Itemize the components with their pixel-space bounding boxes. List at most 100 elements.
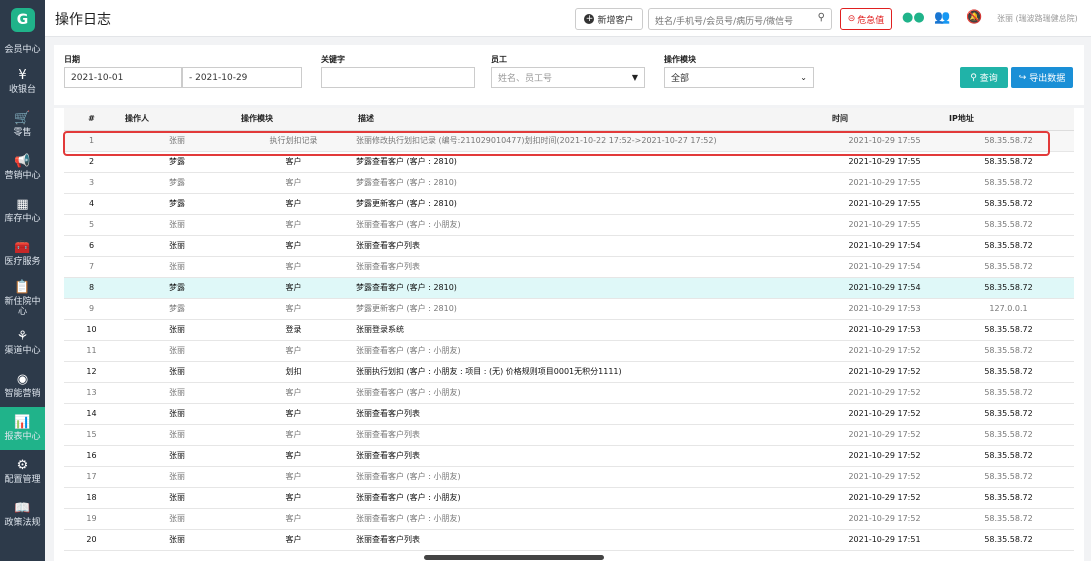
employee-placeholder: 姓名、员工号 [498,74,553,84]
cell-time: 2021-10-29 17:55 [826,193,943,215]
col-header-time[interactable]: 时间 [826,108,943,131]
sidebar-item-config[interactable]: ⚙ 配置管理 [0,450,45,493]
employee-select[interactable]: 姓名、员工号 ▼ [491,67,645,88]
cell-description: 梦露更新客户 (客户 : 2810) [352,298,826,320]
clipboard-icon: 📋 [14,279,31,295]
cell-operator: 张丽 [119,403,235,425]
cell-ip: 58.35.58.72 [943,256,1074,278]
keyword-input[interactable] [321,67,475,88]
col-header-module[interactable]: 操作模块 [235,108,352,131]
cell-ip: 58.35.58.72 [943,130,1074,152]
cell-module: 客户 [235,214,352,236]
cell-description: 张丽查看客户列表 [352,235,826,257]
table-row[interactable]: 7 张丽 客户 张丽查看客户列表 2021-10-29 17:54 58.35.58.72 [64,256,1074,278]
table-row[interactable]: 17 张丽 客户 张丽查看客户 (客户 : 小朋友) 2021-10-29 17:52 5… [64,466,1074,488]
cell-time: 2021-10-29 17:52 [826,382,943,404]
sidebar-item-cashier[interactable]: ¥ 收银台 [0,60,45,103]
table-row[interactable]: 3 梦露 客户 梦露查看客户 (客户 : 2810) 2021-10-29 17:55 5… [64,172,1074,194]
filter-panel: 日期 2021-10-01 - 2021-10-29 关键字 员工 姓名、员工号… [54,45,1084,105]
module-select[interactable]: 全部 ⌄ [664,67,814,88]
cart-icon: 🛒 [14,111,31,126]
cell-operator: 张丽 [119,340,235,362]
critical-value-button[interactable]: ⊝ 危急值 [840,8,892,30]
cell-time: 2021-10-29 17:54 [826,235,943,257]
sidebar-item-policy[interactable]: 📖 政策法规 [0,493,45,536]
log-table-panel: # 操作人 操作模块 描述 时间 IP地址 1 张丽 执行划扣记录 张丽修改执行划扣记… [54,108,1084,561]
cell-module: 客户 [235,466,352,488]
export-button[interactable]: ↪ 导出数据 [1011,67,1073,88]
cell-time: 2021-10-29 17:52 [826,403,943,425]
cell-index: 8 [64,277,119,299]
critical-label: 危急值 [857,15,885,26]
table-row[interactable]: 1 张丽 执行划扣记录 张丽修改执行划扣记录 (编号:211029010477)划扣时… [64,130,1074,152]
query-button[interactable]: ⚲ 查询 [960,67,1008,88]
table-row[interactable]: 2 梦露 客户 梦露查看客户 (客户 : 2810) 2021-10-29 17:55 5… [64,151,1074,173]
table-row[interactable]: 15 张丽 客户 张丽查看客户列表 2021-10-29 17:52 58.35.58.7… [64,424,1074,446]
cell-description: 张丽查看客户列表 [352,424,826,446]
sidebar-item-label: 报表中心 [4,432,41,442]
wechat-icon[interactable]: ●● [902,10,925,25]
caret-down-icon: ▼ [631,73,638,82]
app-logo[interactable]: G [0,0,45,40]
cell-time: 2021-10-29 17:55 [826,172,943,194]
cell-operator: 梦露 [119,277,235,299]
table-row[interactable]: 16 张丽 客户 张丽查看客户列表 2021-10-29 17:52 58.35.58.7… [64,445,1074,467]
col-header-operator[interactable]: 操作人 [119,108,235,131]
sidebar-item-inventory[interactable]: ▦ 库存中心 [0,189,45,232]
sidebar-item-label: 配置管理 [4,475,41,485]
table-row[interactable]: 5 张丽 客户 张丽查看客户 (客户 : 小朋友) 2021-10-29 17:55 58… [64,214,1074,236]
cell-time: 2021-10-29 17:52 [826,445,943,467]
table-row[interactable]: 12 张丽 划扣 张丽执行划扣 (客户 : 小朋友 : 项目 : (无) 价格规则项目… [64,361,1074,383]
cell-index: 16 [64,445,119,467]
sidebar-item-reports[interactable]: 📊 报表中心 [0,407,45,450]
table-row[interactable]: 13 张丽 客户 张丽查看客户 (客户 : 小朋友) 2021-10-29 17:52 5… [64,382,1074,404]
users-icon[interactable]: 👥 [934,10,950,25]
table-row[interactable]: 8 梦露 客户 梦露查看客户 (客户 : 2810) 2021-10-29 17:54 5… [64,277,1074,299]
cell-module: 客户 [235,403,352,425]
date-start-input[interactable]: 2021-10-01 [64,67,182,88]
sidebar-item-medical[interactable]: 🧰 医疗服务 [0,232,45,275]
keyword-label: 关键字 [321,55,345,64]
logo-icon: G [10,8,35,32]
cell-index: 18 [64,487,119,509]
cell-time: 2021-10-29 17:55 [826,130,943,152]
cell-description: 张丽查看客户列表 [352,445,826,467]
table-row[interactable]: 10 张丽 登录 张丽登录系统 2021-10-29 17:53 58.35.58.72 [64,319,1074,341]
mute-icon[interactable]: 🔕 [966,10,982,25]
chevron-down-icon: ⌄ [800,73,807,82]
cell-module: 客户 [235,151,352,173]
horizontal-scrollbar[interactable] [424,555,604,560]
cell-ip: 58.35.58.72 [943,382,1074,404]
cell-time: 2021-10-29 17:51 [826,529,943,551]
new-customer-button[interactable]: + 新增客户 [575,8,643,30]
cell-module: 客户 [235,172,352,194]
table-row[interactable]: 19 张丽 客户 张丽查看客户 (客户 : 小朋友) 2021-10-29 17:52 5… [64,508,1074,530]
sidebar-item-channel[interactable]: ⚘ 渠道中心 [0,321,45,364]
cell-index: 19 [64,508,119,530]
sidebar-item-retail[interactable]: 🛒 零售 [0,103,45,146]
current-user[interactable]: 张丽 (瑞波路瑞健总院) [997,13,1078,24]
cell-module: 划扣 [235,361,352,383]
table-row[interactable]: 4 梦露 客户 梦露更新客户 (客户 : 2810) 2021-10-29 17:55 5… [64,193,1074,215]
gear-icon: ⚙ [16,458,29,473]
module-label: 操作模块 [664,55,696,64]
table-row[interactable]: 6 张丽 客户 张丽查看客户列表 2021-10-29 17:54 58.35.58.72 [64,235,1074,257]
table-row[interactable]: 20 张丽 客户 张丽查看客户列表 2021-10-29 17:51 58.35.58.7… [64,529,1074,551]
sidebar-item-smart-marketing[interactable]: ◉ 智能营销 [0,364,45,407]
search-icon[interactable]: ⚲ [818,12,825,23]
table-row[interactable]: 18 张丽 客户 张丽查看客户 (客户 : 小朋友) 2021-10-29 17:52 5… [64,487,1074,509]
sidebar-item-inpatient[interactable]: 📋 新住院中心 [0,275,45,321]
search-input[interactable] [649,12,809,32]
col-header-description[interactable]: 描述 [352,108,826,131]
cell-description: 梦露更新客户 (客户 : 2810) [352,193,826,215]
sidebar-item-member-center[interactable]: 会员中心 [0,40,45,60]
cell-description: 张丽查看客户 (客户 : 小朋友) [352,487,826,509]
date-end-input[interactable]: - 2021-10-29 [182,67,302,88]
col-header-ip[interactable]: IP地址 [943,108,1074,131]
sidebar-item-marketing[interactable]: 📢 营销中心 [0,146,45,189]
col-header-index[interactable]: # [64,108,119,131]
target-icon: ◉ [16,372,29,387]
table-row[interactable]: 11 张丽 客户 张丽查看客户 (客户 : 小朋友) 2021-10-29 17:52 5… [64,340,1074,362]
table-row[interactable]: 9 梦露 客户 梦露更新客户 (客户 : 2810) 2021-10-29 17:53 1… [64,298,1074,320]
table-row[interactable]: 14 张丽 客户 张丽查看客户列表 2021-10-29 17:52 58.35.58.7… [64,403,1074,425]
